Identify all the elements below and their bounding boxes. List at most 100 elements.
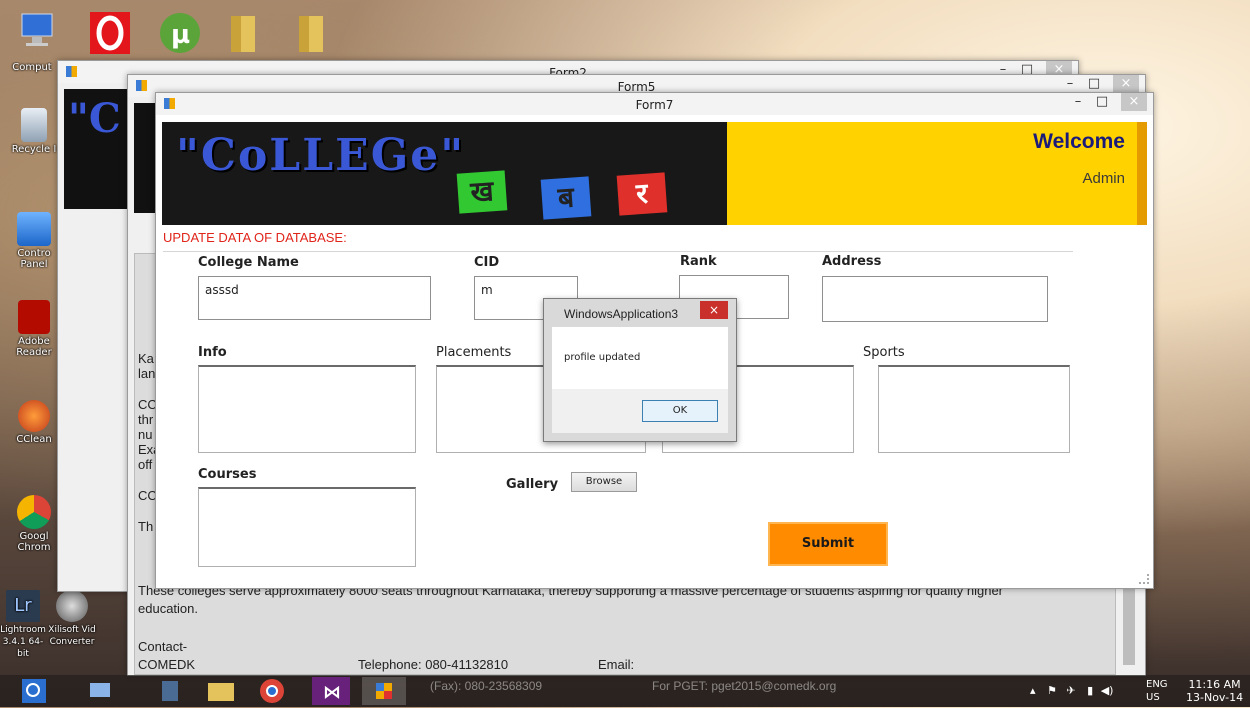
taskbar-fax-text: (Fax): 080-23568309 [430,679,543,693]
xilisoft-label: Xilisoft Vid Converter [48,625,96,647]
address-field[interactable] [822,276,1048,322]
ccleaner-desktop-icon[interactable]: CClean [4,400,64,445]
adobe-reader-desktop-icon[interactable]: Adobe Reader [4,300,64,358]
college-logo: "CoLLEGe" [176,130,466,181]
resize-grip-icon[interactable] [1139,574,1149,584]
dialog-body: profile updated [552,327,728,389]
sports-label: Sports [863,345,905,360]
language-indicator[interactable]: ENG US [1146,678,1168,704]
placements-label: Placements [436,345,512,360]
close-icon[interactable]: × [1113,75,1139,93]
chrome-desktop-icon[interactable]: Googl Chrom [4,495,64,553]
telephone-text: Telephone: 080-41132810 [358,657,509,672]
xilisoft-icon [56,590,88,622]
welcome-heading: Welcome [1033,130,1125,153]
lightroom-icon: Lr [6,590,40,622]
computer-shortcut-icon[interactable] [18,10,58,56]
chrome-icon [17,495,51,529]
cid-label: CID [474,255,500,270]
minimize-icon[interactable]: – [1065,93,1091,111]
visual-studio-icon[interactable]: ⋈ [312,677,350,705]
section-title: UPDATE DATA OF DATABASE: [163,230,347,245]
banner-tile: ख [456,170,508,214]
lightroom-label: Lightroom 3.4.1 64-bit [0,625,46,659]
airplane-icon[interactable]: ✈ [1066,684,1075,697]
file-explorer-icon[interactable] [200,677,244,705]
submit-button[interactable]: Submit [768,522,888,566]
ccleaner-icon [18,400,50,432]
org-name: COMEDK [138,657,196,672]
chrome-taskbar-icon[interactable] [252,677,296,705]
browse-button[interactable]: Browse [571,472,637,492]
folder-icon[interactable] [225,10,265,56]
contact-label: Contact- [138,639,188,654]
recycle-bin-label: Recycle I [11,144,57,155]
courses-textarea[interactable] [198,487,416,567]
utorrent-icon[interactable]: µ [158,10,200,56]
region-code: US [1146,692,1160,703]
form7-titlebar[interactable]: Form7 – □ × [156,93,1153,115]
volume-icon[interactable]: ◀) [1101,684,1114,697]
email-label: Email: [598,657,635,672]
welcome-user: Admin [1082,170,1125,187]
banner-tile: ब [540,176,592,220]
form7-title: Form7 [635,98,674,112]
gallery-label: Gallery [506,477,559,492]
recycle-bin-desktop-icon[interactable]: Recycle I [4,108,64,155]
sports-textarea[interactable] [878,365,1070,453]
battery-icon[interactable]: ▮ [1087,684,1093,697]
adobe-reader-label: Adobe Reader [16,336,52,358]
computer-label: Comput [12,62,52,73]
courses-label: Courses [198,467,257,482]
info-label: Info [198,345,227,360]
control-panel-label: Contro Panel [17,248,51,270]
adobe-reader-icon [18,300,50,334]
taskbar-pget-text: For PGET: pget2015@comedk.org [652,679,837,693]
folder-icon[interactable] [293,10,333,56]
dialog-close-icon[interactable]: × [700,301,728,319]
message-dialog[interactable]: WindowsApplication3 × profile updated OK [543,298,737,442]
lightroom-desktop-icon[interactable]: Lr Lightroom 3.4.1 64-bit [0,590,46,660]
opera-icon[interactable] [88,10,130,56]
chevron-up-icon[interactable]: ▴ [1030,684,1036,697]
network-icon[interactable] [80,677,124,705]
college-name-field[interactable]: asssd [198,276,431,320]
maximize-icon[interactable]: □ [1081,75,1107,93]
info-textarea[interactable] [198,365,416,453]
dialog-title: WindowsApplication3 [564,307,679,321]
language-code: ENG [1146,679,1168,690]
rank-label: Rank [680,254,717,269]
ok-button[interactable]: OK [642,400,718,422]
ccleaner-label: CClean [16,434,52,445]
close-icon[interactable]: × [1121,93,1147,111]
xilisoft-desktop-icon[interactable]: Xilisoft Vid Converter [46,590,98,648]
minimize-icon[interactable]: – [1057,75,1083,93]
computer-desktop-icon[interactable]: Comput [2,62,62,80]
clock[interactable]: 11:16 AM 13-Nov-14 [1186,678,1243,704]
winforms-app-taskbar-icon[interactable] [362,677,406,705]
welcome-accent-strip [1137,122,1147,225]
calculator-icon[interactable] [148,677,192,705]
recycle-bin-icon [21,108,47,142]
svg-text:µ: µ [171,20,190,50]
clock-time: 11:16 AM [1188,678,1241,691]
description-line-2: education. [138,601,198,616]
dialog-titlebar[interactable]: WindowsApplication3 × [544,299,736,327]
control-panel-desktop-icon[interactable]: Contro Panel [4,212,64,270]
banner-tile: र [616,172,668,216]
search-icon[interactable] [14,677,58,705]
svg-text:⋈: ⋈ [323,682,341,703]
chrome-label: Googl Chrom [17,531,51,553]
maximize-icon[interactable]: □ [1089,93,1115,111]
flag-icon[interactable]: ⚑ [1047,684,1057,697]
college-name-label: College Name [198,255,299,270]
clock-date: 13-Nov-14 [1186,691,1244,704]
college-banner: "CoLLEGe" ख ब र [162,122,727,225]
taskbar: ⋈ (Fax): 080-23568309 For PGET: pget2015… [0,675,1250,707]
dialog-message: profile updated [564,352,641,363]
control-panel-icon [17,212,51,246]
tray-icons[interactable]: ▴ ⚑ ✈ ▮ ◀) [1030,684,1113,697]
address-label: Address [822,254,882,269]
form2-logo-fragment: "C [68,95,121,142]
welcome-panel: Welcome Admin [727,122,1147,225]
